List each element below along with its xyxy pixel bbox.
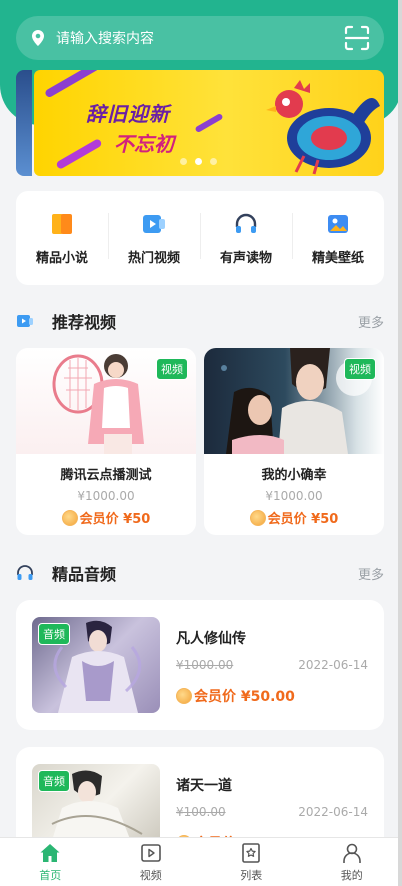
category-grid: 精品小说 热门视频 有声读物 精美壁纸 (16, 191, 384, 285)
section-title: 推荐视频 (52, 313, 117, 332)
tab-label: 视频 (139, 868, 162, 882)
banner-stripe (44, 70, 100, 99)
publish-date: 2022-06-14 (298, 805, 368, 819)
image-icon (328, 214, 348, 233)
video-thumbnail: 视频 (16, 348, 196, 454)
video-thumbnail: 视频 (204, 348, 384, 454)
banner-pagination (180, 158, 217, 165)
audio-tag: 音频 (38, 770, 70, 792)
section-title: 精品音频 (52, 565, 117, 584)
original-price: ¥1000.00 (265, 489, 323, 503)
category-novels[interactable]: 精品小说 (16, 191, 108, 285)
list-icon (242, 842, 261, 863)
video-tag: 视频 (156, 358, 188, 380)
member-price-text: 会员价 ¥50 (79, 512, 151, 527)
scan-icon[interactable] (344, 25, 370, 51)
rooster-illustration (266, 80, 380, 175)
coin-icon (249, 509, 266, 526)
tab-label: 我的 (340, 868, 363, 882)
publish-date: 2022-06-14 (298, 658, 368, 672)
home-icon (40, 843, 60, 862)
member-price: 会员价 ¥50 (204, 508, 384, 527)
category-label: 热门视频 (127, 250, 180, 266)
category-label: 精美壁纸 (311, 250, 364, 266)
video-title: 我的小确幸 (261, 468, 327, 483)
audio-title: 凡人修仙传 (176, 631, 246, 647)
search-placeholder: 请输入搜索内容 (56, 31, 154, 47)
video-icon (17, 315, 33, 327)
banner-stripe (55, 138, 103, 170)
banner-dot-active[interactable] (195, 158, 202, 165)
banner-prev-peek (16, 70, 32, 176)
banner-dot[interactable] (180, 158, 187, 165)
banner-subline: 不忘初 (114, 132, 174, 156)
more-link-audio[interactable]: 更多 (358, 564, 384, 583)
audio-card[interactable]: 音频 凡人修仙传 ¥1000.00 2022-06-14 会员价 ¥50.00 (16, 600, 384, 730)
video-thumbnail-illustration (52, 354, 144, 454)
section-header-audio: 精品音频 更多 (16, 561, 384, 585)
bottom-tab-bar: 首页 视频 列表 我的 (0, 837, 402, 886)
video-title: 腾讯云点播测试 (60, 468, 152, 483)
video-tag: 视频 (344, 358, 376, 380)
coin-icon (176, 688, 192, 704)
member-price-text: 会员价 ¥50.00 (194, 689, 295, 705)
audio-title: 诸天一道 (176, 778, 232, 794)
location-pin-icon (32, 30, 44, 46)
audio-tag: 音频 (38, 623, 70, 645)
user-icon (342, 843, 361, 863)
tab-label: 列表 (240, 868, 263, 882)
category-videos[interactable]: 热门视频 (108, 191, 200, 285)
category-label: 精品小说 (35, 250, 88, 266)
play-square-icon (140, 843, 161, 862)
tab-profile[interactable]: 我的 (302, 838, 402, 886)
tab-label: 首页 (39, 868, 62, 882)
search-bar[interactable]: 请输入搜索内容 (16, 16, 384, 60)
video-card[interactable]: 视频 我的小确幸 ¥1000.00 会员价 ¥50 (204, 348, 384, 535)
video-card[interactable]: 视频 腾讯云点播测试 ¥1000.00 会员价 ¥50 (16, 348, 196, 535)
category-audiobooks[interactable]: 有声读物 (200, 191, 292, 285)
category-wallpapers[interactable]: 精美壁纸 (292, 191, 384, 285)
section-header-videos: 推荐视频 更多 (16, 309, 384, 333)
coin-icon (61, 509, 78, 526)
page-scrollbar[interactable] (398, 0, 402, 886)
book-icon (52, 213, 72, 234)
banner-headline: 辞旧迎新 (86, 102, 170, 126)
original-price: ¥1000.00 (77, 489, 135, 503)
banner-dot[interactable] (210, 158, 217, 165)
tab-list[interactable]: 列表 (201, 838, 302, 886)
banner-stripe (194, 112, 224, 134)
tab-home[interactable]: 首页 (0, 838, 101, 886)
audio-thumbnail: 音频 (32, 617, 160, 713)
video-icon (143, 214, 165, 233)
headphones-icon (235, 213, 257, 233)
headphones-icon (17, 565, 33, 580)
original-price: ¥100.00 (176, 805, 226, 819)
more-link-videos[interactable]: 更多 (358, 312, 384, 331)
member-price: 会员价 ¥50 (16, 508, 196, 527)
original-price: ¥1000.00 (176, 658, 234, 672)
member-price: 会员价 ¥50.00 (176, 686, 295, 706)
category-label: 有声读物 (219, 250, 272, 266)
member-price-text: 会员价 ¥50 (267, 512, 339, 527)
tab-video[interactable]: 视频 (101, 838, 202, 886)
